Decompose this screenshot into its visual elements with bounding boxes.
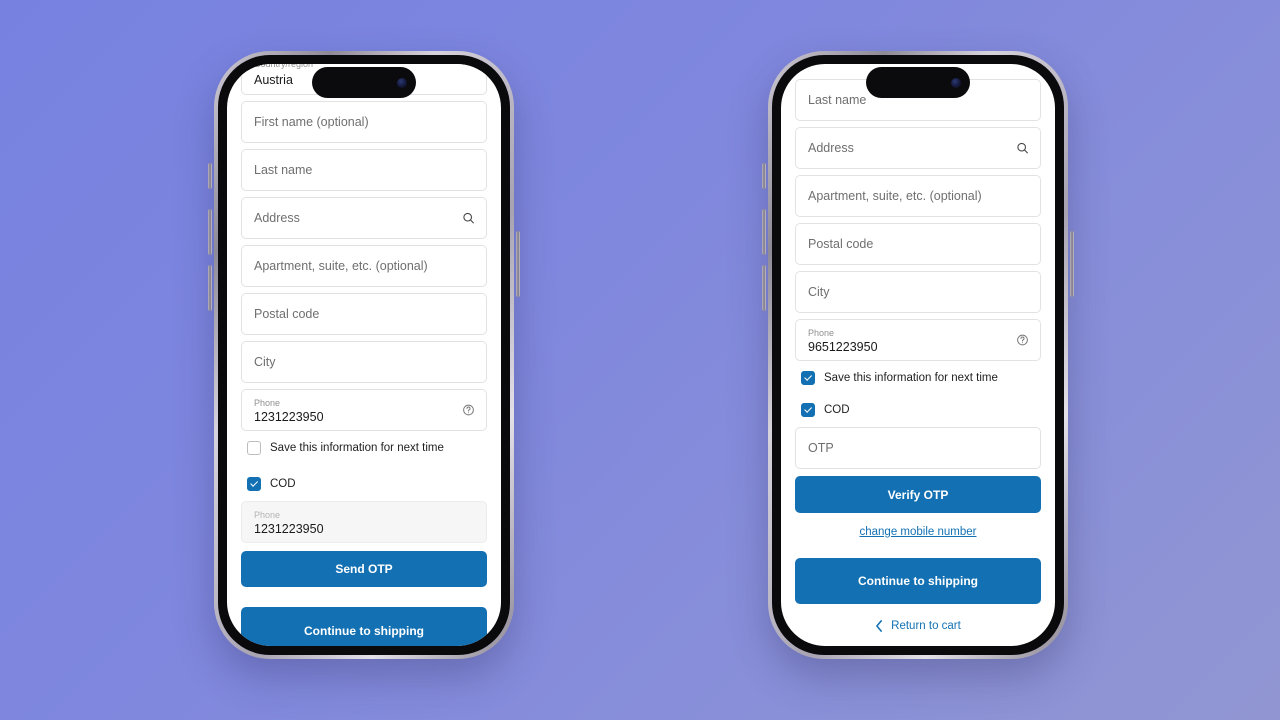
address-input-placeholder: Address <box>808 140 854 155</box>
volume-up-button[interactable] <box>208 209 212 255</box>
save-info-checkbox[interactable] <box>801 371 815 385</box>
continue-to-shipping-button[interactable]: Continue to shipping <box>795 558 1041 604</box>
phone-mockup-left: Country/region Austria First name (optio… <box>208 51 520 659</box>
address-input[interactable]: Address <box>795 127 1041 169</box>
cod-label: COD <box>824 404 850 416</box>
apartment-input-placeholder: Apartment, suite, etc. (optional) <box>254 258 428 273</box>
apartment-input-placeholder: Apartment, suite, etc. (optional) <box>808 188 982 203</box>
silent-switch[interactable] <box>762 163 766 189</box>
postal-code-input-placeholder: Postal code <box>254 306 320 321</box>
search-icon[interactable] <box>462 212 475 225</box>
shipping-fields-right: Last name Address Apartment, suite, etc. (… <box>795 79 1041 313</box>
otp-input[interactable]: OTP <box>795 427 1041 469</box>
front-camera-icon <box>951 77 961 88</box>
front-camera-icon <box>397 77 407 88</box>
city-input-placeholder: City <box>254 354 276 369</box>
save-info-label: Save this information for next time <box>824 372 998 384</box>
return-to-cart-link[interactable]: Return to cart <box>795 620 1041 632</box>
cod-checkbox[interactable] <box>247 477 261 491</box>
volume-up-button[interactable] <box>762 209 766 255</box>
search-icon[interactable] <box>1016 142 1029 155</box>
phone-readonly-label: Phone <box>254 510 281 521</box>
change-mobile-number-link[interactable]: change mobile number <box>860 526 977 538</box>
last-name-input-placeholder: Last name <box>254 162 313 177</box>
silent-switch[interactable] <box>208 163 212 189</box>
phone-mockup-right: Last name Address Apartment, suite, etc. (… <box>762 51 1074 659</box>
phone-screen-left: Country/region Austria First name (optio… <box>227 64 501 646</box>
otp-input-placeholder: OTP <box>808 440 834 455</box>
cod-checkbox-row[interactable]: COD <box>801 403 1041 417</box>
power-button[interactable] <box>1070 231 1074 297</box>
send-otp-button[interactable]: Send OTP <box>241 551 487 587</box>
cod-checkbox-row[interactable]: COD <box>247 477 487 491</box>
address-input[interactable]: Address <box>241 197 487 239</box>
save-info-checkbox[interactable] <box>247 441 261 455</box>
save-info-checkbox-row[interactable]: Save this information for next time <box>247 441 487 455</box>
phone-input-label: Phone <box>808 328 835 339</box>
apartment-input[interactable]: Apartment, suite, etc. (optional) <box>795 175 1041 217</box>
phone-bezel-right: Last name Address Apartment, suite, etc. (… <box>772 55 1064 655</box>
cod-checkbox[interactable] <box>801 403 815 417</box>
last-name-input[interactable]: Last name <box>241 149 487 191</box>
help-circle-icon[interactable] <box>462 404 475 417</box>
city-input[interactable]: City <box>795 271 1041 313</box>
city-input[interactable]: City <box>241 341 487 383</box>
mockup-stage: Country/region Austria First name (optio… <box>0 0 1280 720</box>
first-name-input[interactable]: First name (optional) <box>241 101 487 143</box>
phone-input[interactable]: Phone 1231223950 <box>241 389 487 431</box>
phone-readonly-value: 1231223950 <box>254 522 324 537</box>
help-circle-icon[interactable] <box>1016 334 1029 347</box>
postal-code-input-placeholder: Postal code <box>808 236 874 251</box>
verify-otp-button[interactable]: Verify OTP <box>795 476 1041 513</box>
last-name-input-placeholder: Last name <box>808 92 867 107</box>
phone-input-label: Phone <box>254 398 281 409</box>
country-region-value: Austria <box>254 73 293 87</box>
continue-to-shipping-button[interactable]: Continue to shipping <box>241 607 487 646</box>
volume-down-button[interactable] <box>208 265 212 311</box>
first-name-input-placeholder: First name (optional) <box>254 114 369 129</box>
change-mobile-number-row: change mobile number <box>795 522 1041 540</box>
postal-code-input[interactable]: Postal code <box>795 223 1041 265</box>
phone-readonly-field: Phone 1231223950 <box>241 501 487 543</box>
apartment-input[interactable]: Apartment, suite, etc. (optional) <box>241 245 487 287</box>
address-input-placeholder: Address <box>254 210 300 225</box>
city-input-placeholder: City <box>808 284 830 299</box>
phone-input-value: 1231223950 <box>254 410 324 425</box>
chevron-left-icon <box>875 620 884 632</box>
shipping-fields-left: First name (optional) Last name Address Apa… <box>241 101 487 383</box>
power-button[interactable] <box>516 231 520 297</box>
phone-input-value: 9651223950 <box>808 340 878 355</box>
volume-down-button[interactable] <box>762 265 766 311</box>
return-to-cart-label: Return to cart <box>891 620 961 632</box>
dynamic-island-right <box>866 67 970 98</box>
phone-input[interactable]: Phone 9651223950 <box>795 319 1041 361</box>
phone-screen-right: Last name Address Apartment, suite, etc. (… <box>781 64 1055 646</box>
save-info-checkbox-row[interactable]: Save this information for next time <box>801 371 1041 385</box>
save-info-label: Save this information for next time <box>270 442 444 454</box>
cod-label: COD <box>270 478 296 490</box>
dynamic-island-left <box>312 67 416 98</box>
postal-code-input[interactable]: Postal code <box>241 293 487 335</box>
phone-bezel-left: Country/region Austria First name (optio… <box>218 55 510 655</box>
